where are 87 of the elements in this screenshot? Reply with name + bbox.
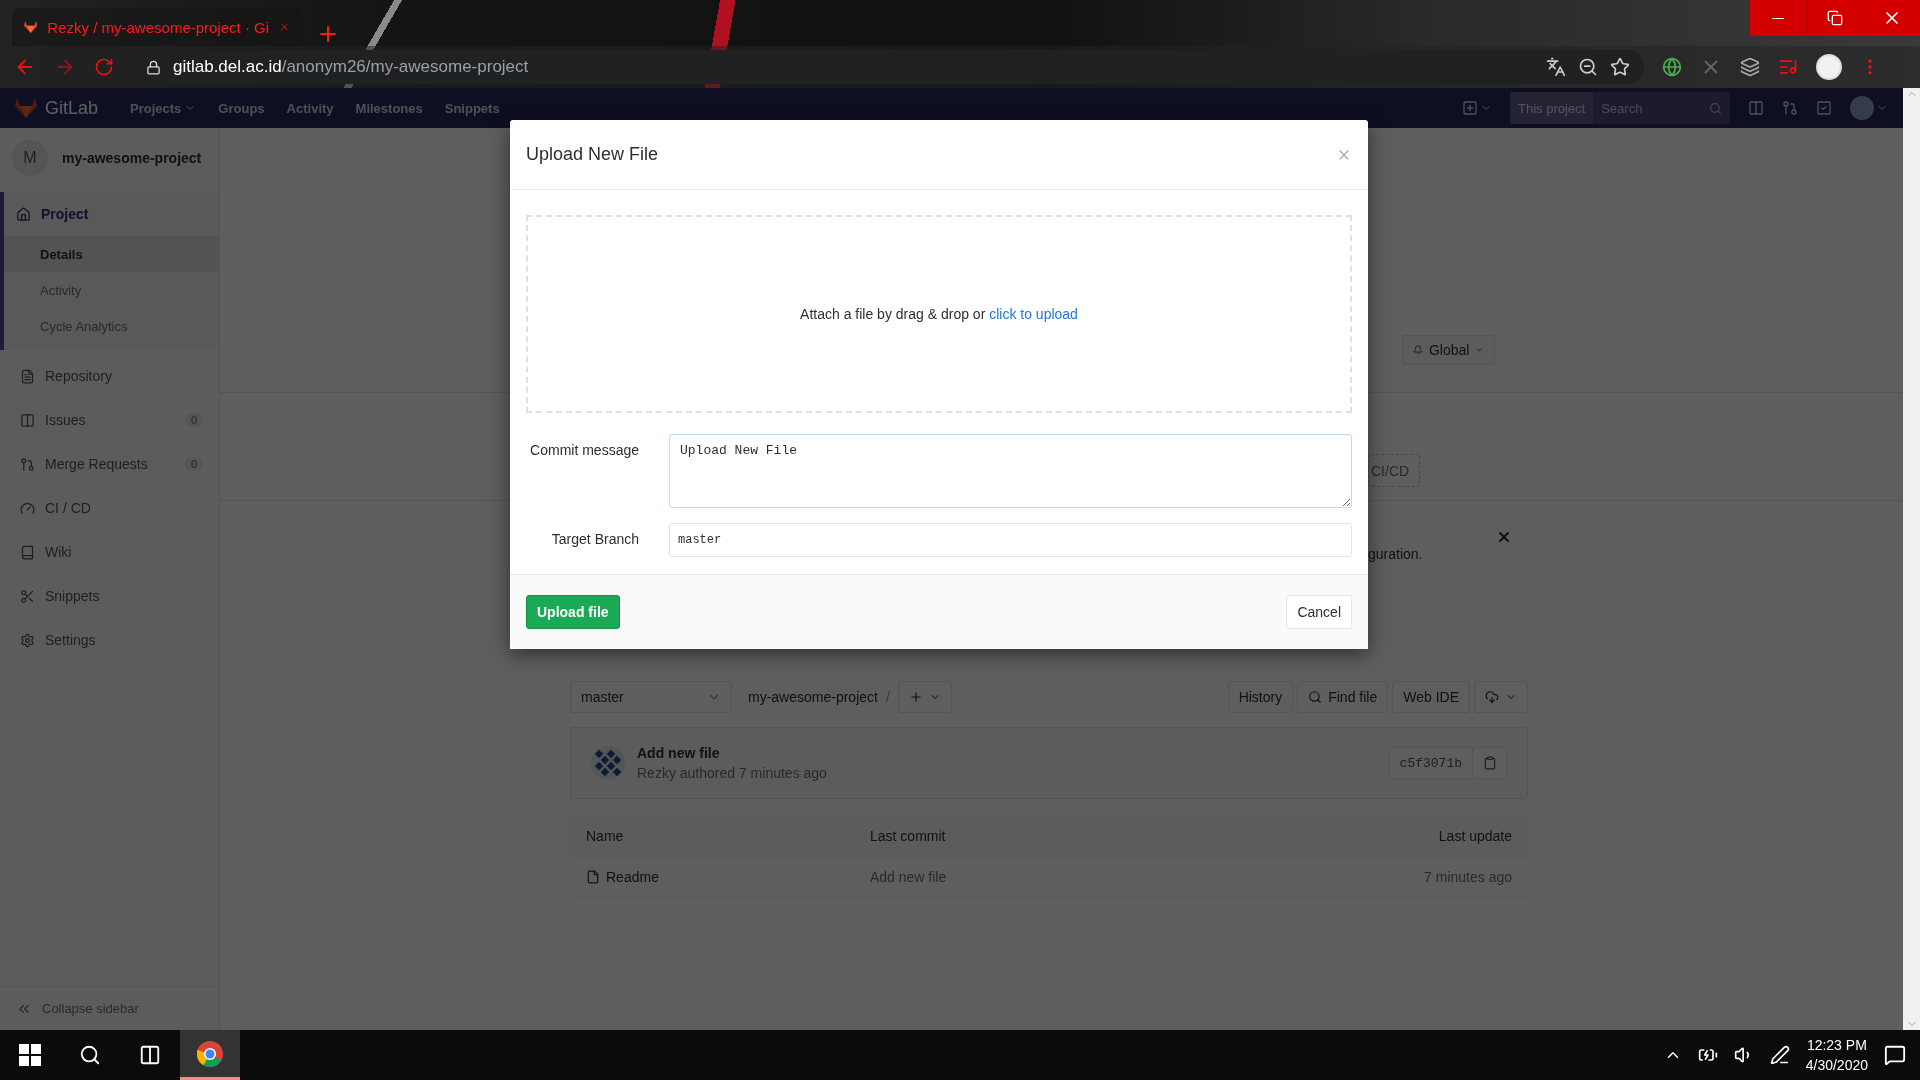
breadcrumb-link[interactable]: my-awesome-project (748, 689, 878, 705)
star-icon[interactable] (1610, 57, 1630, 77)
bell-icon (1413, 343, 1423, 357)
extension-icon[interactable] (1740, 57, 1760, 77)
scissors-icon (20, 588, 35, 604)
reload-icon[interactable] (94, 57, 114, 77)
clipboard-icon (1482, 756, 1497, 770)
sidebar-item[interactable]: CI / CD (4, 486, 219, 530)
settings-icon (20, 632, 35, 648)
path-separator: / (885, 689, 890, 705)
dialog-title: Upload New File (526, 144, 659, 165)
plus-icon (908, 690, 923, 704)
dropzone[interactable]: Attach a file by drag & drop or click to upload (526, 215, 1352, 413)
dropzone-text: Attach a file by drag & drop or click to upload (800, 306, 1078, 322)
restore-icon (1827, 10, 1843, 26)
upload-link[interactable]: click to upload (989, 306, 1078, 322)
close-icon (1496, 529, 1512, 545)
plus-icon (1462, 100, 1478, 116)
playlist-icon[interactable] (1778, 57, 1798, 77)
commit-sha[interactable]: c5f3071b (1388, 747, 1473, 779)
translate-icon[interactable] (1546, 57, 1566, 77)
download-dropdown[interactable] (1474, 681, 1528, 713)
close-button[interactable] (1496, 529, 1512, 545)
nav-link[interactable]: Projects (130, 100, 197, 116)
project-name[interactable]: my-awesome-project (62, 150, 202, 166)
browser-taskbar-button[interactable] (180, 1030, 240, 1080)
notification-dropdown[interactable]: Global (1402, 335, 1495, 365)
nav-link[interactable]: Milestones (355, 100, 423, 116)
commit-title[interactable]: Add new file (637, 745, 827, 761)
gauge-icon (20, 500, 35, 516)
project-avatar: M (12, 140, 48, 176)
column-header: Last update (1437, 827, 1512, 844)
column-header: Last commit (870, 827, 947, 844)
file-icon (586, 869, 600, 884)
branch-select[interactable]: master (570, 681, 732, 713)
windows-logo-icon (19, 1044, 41, 1066)
search-icon (79, 1044, 101, 1066)
download-icon (1485, 690, 1499, 704)
toolbar-button[interactable]: Find file (1297, 681, 1389, 713)
upload-button[interactable]: Upload file (526, 595, 620, 629)
field-label: Target Branch (550, 530, 639, 547)
toolbar-button[interactable]: Web IDE (1392, 681, 1470, 713)
extension-icon[interactable] (1662, 57, 1682, 77)
close-button[interactable] (1863, 0, 1920, 36)
branch-field[interactable]: master (669, 523, 1352, 557)
field-label: Commit message (529, 441, 639, 458)
lock-icon (146, 59, 161, 75)
cancel-button[interactable]: Cancel (1286, 595, 1352, 629)
zoom-out-icon[interactable] (1578, 57, 1598, 77)
sidebar-item[interactable]: Settings (4, 618, 219, 662)
scrollbar[interactable] (1903, 88, 1920, 1030)
nav-link[interactable]: Activity (286, 100, 334, 116)
commit-message-field[interactable]: Upload New File (669, 434, 1352, 508)
browser-icon (196, 1039, 224, 1068)
gitlab-logo-icon (15, 98, 37, 118)
nav-link[interactable]: Snippets (444, 100, 500, 116)
merge-request-icon (20, 456, 35, 472)
restore-button[interactable] (1806, 0, 1863, 36)
commit-avatar (591, 746, 625, 780)
sidebar-item[interactable]: Snippets (4, 574, 219, 618)
minimize-icon (1772, 17, 1784, 19)
issues-icon (20, 412, 35, 428)
toolbar-button[interactable]: History (1227, 681, 1294, 713)
pen-icon[interactable] (1769, 1045, 1790, 1065)
search-icon (1709, 101, 1722, 115)
gitlab-logo[interactable]: GitLab (15, 97, 99, 119)
sidebar-item[interactable]: Repository (4, 354, 219, 398)
profile-avatar[interactable] (1816, 54, 1842, 80)
sidebar-item[interactable]: Wiki (4, 530, 219, 574)
issues-icon[interactable] (1748, 100, 1764, 116)
column-header: Name (586, 827, 625, 844)
book-icon (20, 544, 35, 560)
alert-text: guration. (1368, 546, 1423, 562)
clock[interactable]: 12:23 PM 4/30/2020 (1805, 1035, 1868, 1075)
sidebar-item[interactable]: Project (4, 192, 219, 236)
nav-link[interactable]: Groups (218, 100, 265, 116)
search-icon (1308, 690, 1323, 704)
user-avatar (1850, 96, 1874, 120)
file-link[interactable]: Readme (586, 868, 870, 885)
todo-icon[interactable] (1816, 100, 1832, 116)
home-icon (16, 206, 31, 222)
sidebar-subitem[interactable]: Details (4, 236, 219, 272)
merge-request-icon[interactable] (1782, 100, 1798, 116)
document-icon (20, 368, 35, 384)
copy-button[interactable] (1473, 747, 1507, 779)
task-view-icon (139, 1044, 161, 1066)
notification-icon[interactable] (1884, 1044, 1906, 1066)
